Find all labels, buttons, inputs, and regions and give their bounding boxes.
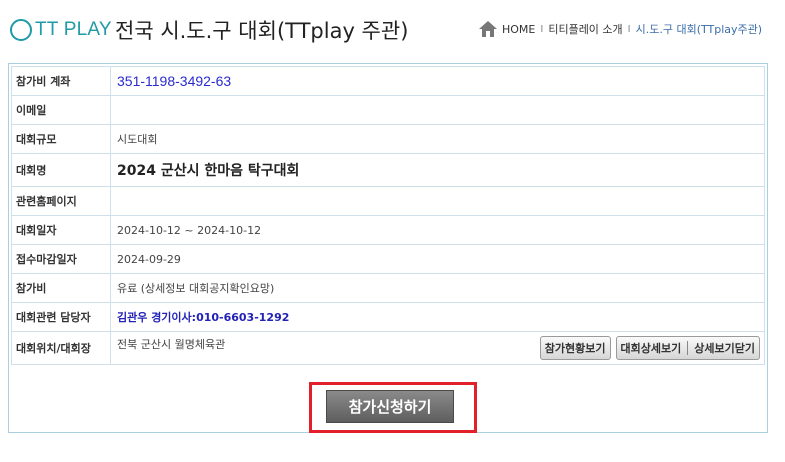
breadcrumb-about[interactable]: 티티플레이 소개 [548,21,622,37]
account-number: 351-1198-3492-63 [117,73,232,89]
account-value: 351-1198-3492-63 [110,66,765,96]
field-label: 대회관련 담당자 [11,302,111,332]
tournament-info-table: 참가비 계좌 351-1198-3492-63 이메일 대회규모 시도대회 대회… [11,66,765,365]
tournament-info-panel: 참가비 계좌 351-1198-3492-63 이메일 대회규모 시도대회 대회… [8,63,768,433]
contact-value: 김관우 경기이사:010-6603-1292 [110,302,765,332]
table-row: 대회관련 담당자 김관우 경기이사:010-6603-1292 [11,302,765,332]
table-row: 접수마감일자 2024-09-29 [11,244,765,274]
breadcrumb-current[interactable]: 시.도.구 대회(TTplay주관) [636,21,762,37]
field-label: 참가비 [11,273,111,303]
logo[interactable]: TT PLAY [10,16,112,44]
field-label: 대회명 [11,153,111,187]
apply-button[interactable]: 참가신청하기 [326,390,454,423]
table-row: 대회위치/대회장 전북 군산시 월명체육관 참가현황보기 대회상세보기 상세보기… [11,331,765,365]
home-icon[interactable] [478,19,498,39]
email-value [110,95,765,125]
table-row: 참가비 계좌 351-1198-3492-63 [11,66,765,96]
tournament-name: 2024 군산시 한마음 탁구대회 [117,163,300,179]
venue-value: 전북 군산시 월명체육관 참가현황보기 대회상세보기 상세보기닫기 [110,331,765,365]
table-row: 관련홈페이지 [11,186,765,216]
apply-highlight: 참가신청하기 [309,382,477,433]
breadcrumb-separator: I [540,23,544,35]
table-row: 대회명 2024 군산시 한마음 탁구대회 [11,153,765,187]
table-row: 대회규모 시도대회 [11,124,765,154]
table-row: 대회일자 2024-10-12 ~ 2024-10-12 [11,215,765,245]
scale-value: 시도대회 [110,124,765,154]
field-label: 관련홈페이지 [11,186,111,216]
homepage-value[interactable] [110,186,765,216]
table-row: 이메일 [11,95,765,125]
view-participants-button[interactable]: 참가현황보기 [539,336,611,360]
field-label: 접수마감일자 [11,244,111,274]
venue-actions: 참가현황보기 대회상세보기 상세보기닫기 [539,336,760,360]
field-label: 이메일 [11,95,111,125]
date-value: 2024-10-12 ~ 2024-10-12 [110,215,765,245]
field-label: 대회규모 [11,124,111,154]
page-header: TT PLAY 전국 시.도.구 대회(TTplay 주관) HOME I 티티… [0,0,785,62]
table-row: 참가비 유료 (상세정보 대회공지확인요망) [11,273,765,303]
breadcrumb-home[interactable]: HOME [502,23,535,36]
field-label: 참가비 계좌 [11,66,111,96]
page-title: 전국 시.도.구 대회(TTplay 주관) [115,19,409,43]
name-value: 2024 군산시 한마음 탁구대회 [110,153,765,187]
venue-text: 전북 군산시 월명체육관 [117,338,226,351]
breadcrumb-separator: I [627,23,631,35]
logo-text: TT PLAY [35,19,112,40]
field-label: 대회일자 [11,215,111,245]
contact-text: 김관우 경기이사:010-6603-1292 [117,311,290,324]
button-divider [687,341,689,355]
deadline-value: 2024-09-29 [110,244,765,274]
close-detail-button[interactable]: 상세보기닫기 [694,340,755,356]
logo-ring-icon [10,19,32,41]
detail-toggle-group: 대회상세보기 상세보기닫기 [615,336,760,360]
fee-value: 유료 (상세정보 대회공지확인요망) [110,273,765,303]
breadcrumb: HOME I 티티플레이 소개 I 시.도.구 대회(TTplay주관) [478,18,762,40]
view-detail-button[interactable]: 대회상세보기 [621,340,682,356]
field-label: 대회위치/대회장 [11,331,111,365]
